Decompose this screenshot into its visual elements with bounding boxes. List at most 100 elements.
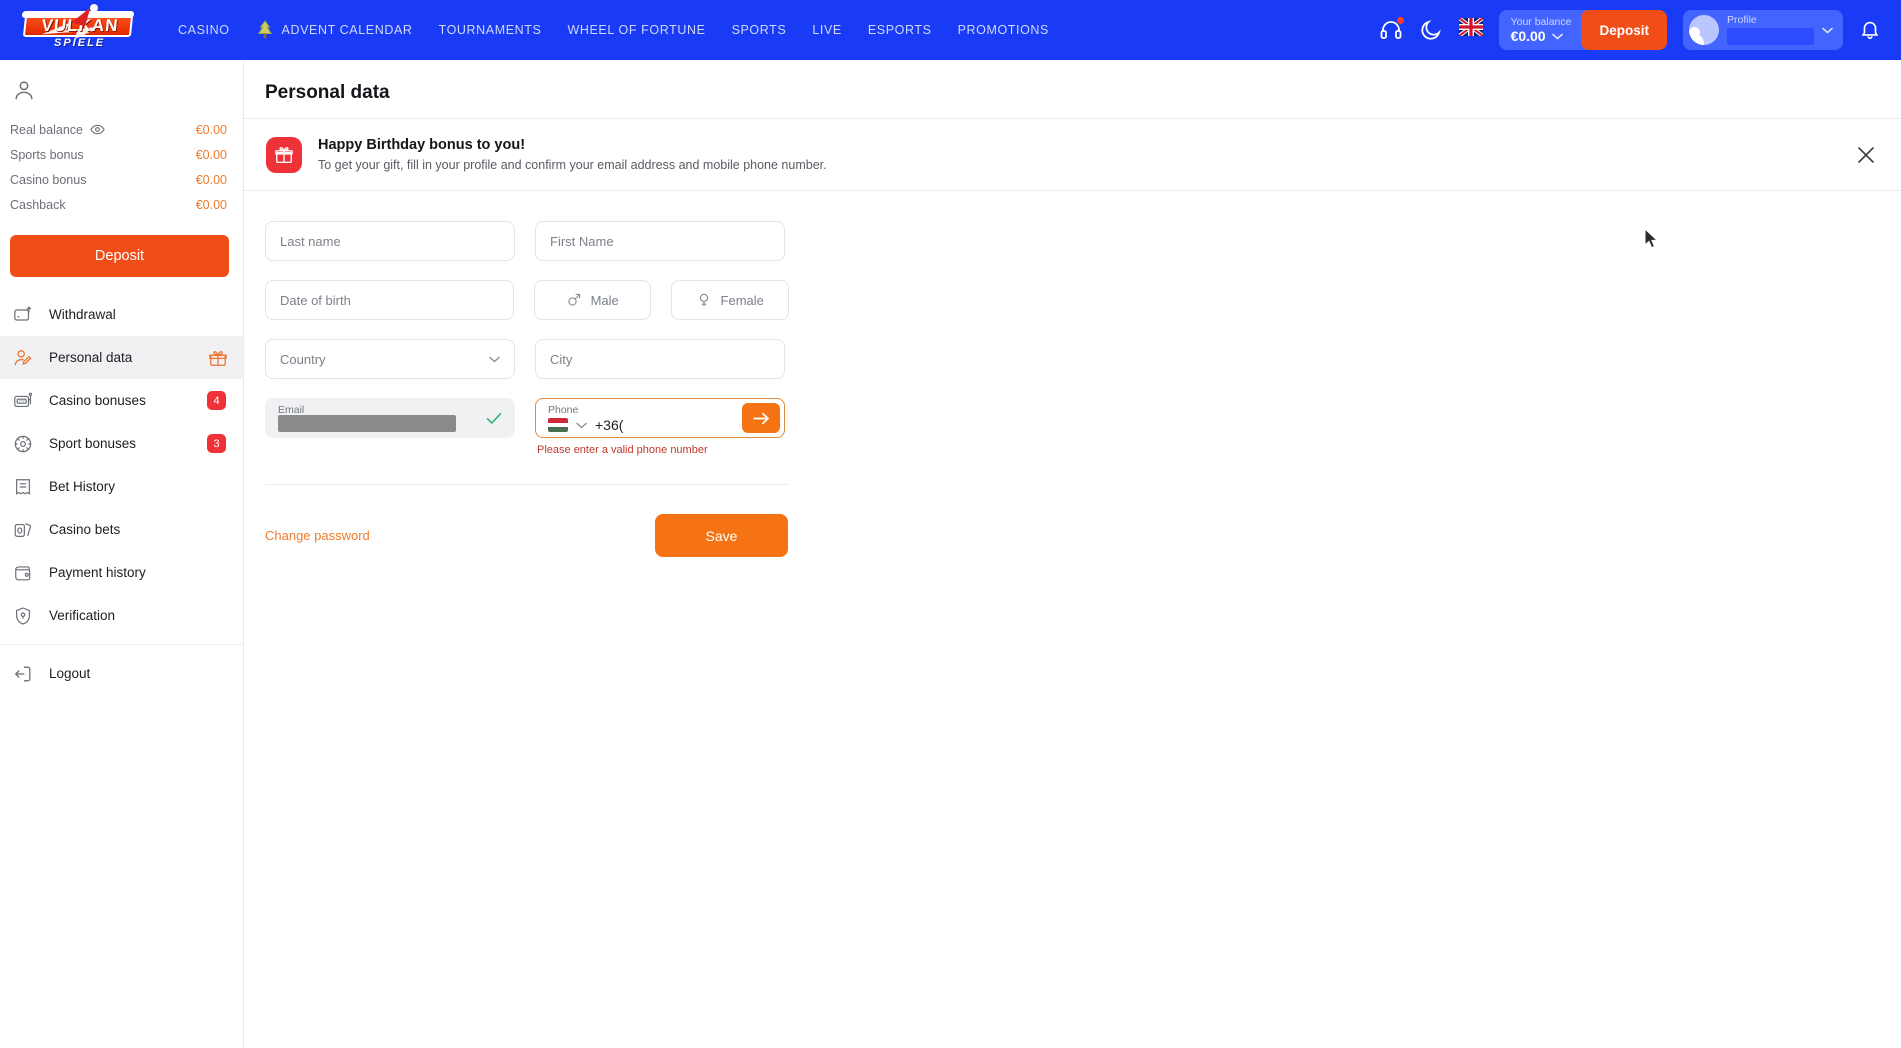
sidebar-item-label: Casino bonuses (49, 393, 146, 408)
phone-input[interactable]: Phone +36( (535, 398, 785, 438)
nav-item-live[interactable]: LIVE (812, 23, 842, 37)
sidebar-item-casino-bets[interactable]: Casino bets (0, 508, 243, 551)
change-password-link[interactable]: Change password (265, 528, 370, 543)
birthday-bonus-banner: Happy Birthday bonus to you! To get your… (244, 118, 1901, 191)
balance-row-label: Cashback (10, 197, 66, 212)
header-deposit-button[interactable]: Deposit (1581, 10, 1667, 50)
balance-widget[interactable]: Your balance €0.00 Deposit (1498, 10, 1667, 50)
phone-inner: +36( (548, 417, 623, 433)
balance-row-value: €0.00 (195, 172, 227, 187)
sidebar-item-bet-history[interactable]: Bet History (0, 465, 243, 508)
profile-col: Profile (1727, 13, 1814, 46)
country-select[interactable]: Country (265, 339, 515, 379)
sidebar-item-sport-bonuses[interactable]: Sport bonuses 3 (0, 422, 243, 465)
football-icon (12, 433, 33, 454)
last-name-placeholder: Last name (280, 233, 341, 249)
nav-label: PROMOTIONS (957, 23, 1049, 37)
chevron-down-icon[interactable] (576, 422, 587, 429)
sidebar-badge: 3 (207, 434, 226, 453)
chevron-down-icon (1551, 33, 1563, 40)
nav-label: ESPORTS (867, 23, 932, 37)
gender-female-option[interactable]: Female (671, 280, 790, 320)
form-row-location: Country City (265, 339, 789, 379)
headset-icon[interactable] (1379, 17, 1404, 42)
form-row-dob-gender: Date of birth Male Female (265, 280, 790, 320)
mouse-cursor (1644, 227, 1659, 255)
logout-icon (12, 663, 33, 684)
bell-icon[interactable] (1859, 18, 1883, 42)
svg-text:777: 777 (18, 399, 24, 403)
santa-hat-ball-icon (90, 4, 98, 12)
nav-label: CASINO (178, 23, 230, 37)
balance-row-label: Sports bonus (10, 147, 84, 162)
balance-row-sports-bonus: Sports bonus €0.00 (10, 142, 227, 167)
balance-row-value: €0.00 (195, 147, 227, 162)
sidebar-menu: Withdrawal Personal data 777 Casino bonu… (0, 293, 243, 699)
gender-female-label: Female (720, 292, 764, 308)
withdrawal-icon (12, 304, 33, 325)
form-divider (265, 484, 788, 485)
balance-row-real: Real balance €0.00 (10, 117, 227, 142)
banner-subtitle: To get your gift, fill in your profile a… (318, 158, 827, 172)
nav-item-tournaments[interactable]: TOURNAMENTS (439, 23, 542, 37)
moon-icon[interactable] (1419, 18, 1443, 42)
nav-item-sports[interactable]: SPORTS (732, 23, 787, 37)
email-input[interactable]: Email (265, 398, 515, 438)
avatar (1689, 15, 1719, 45)
male-symbol-icon (567, 293, 580, 306)
nav-label: LIVE (812, 23, 842, 37)
chevron-down-icon[interactable] (1822, 27, 1833, 34)
check-icon (486, 412, 502, 430)
sidebar-item-label: Bet History (49, 479, 116, 494)
gender-male-option[interactable]: Male (533, 280, 652, 320)
sidebar-item-logout[interactable]: Logout (0, 652, 243, 695)
avatar-body (1689, 34, 1704, 45)
main-content: Personal data Happy Birthday bonus to yo… (244, 60, 1901, 1048)
sidebar-item-verification[interactable]: Verification (0, 594, 243, 637)
arrow-right-icon[interactable] (742, 403, 780, 433)
gift-icon (209, 349, 227, 367)
page-title: Personal data (265, 82, 390, 103)
chevron-down-icon (489, 356, 500, 362)
save-button[interactable]: Save (655, 514, 788, 557)
nav-label: TOURNAMENTS (438, 23, 542, 37)
sidebar-item-casino-bonuses[interactable]: 777 Casino bonuses 4 (0, 379, 243, 422)
sidebar-item-label: Verification (49, 608, 116, 623)
nav-item-promotions[interactable]: PROMOTIONS (958, 23, 1049, 37)
email-label: Email (278, 404, 305, 416)
profile-widget[interactable]: Profile (1683, 10, 1843, 50)
personal-data-form: Last name First Name Date of birth Male (244, 191, 790, 557)
hungary-flag-icon[interactable] (548, 418, 568, 432)
nav-item-advent-calendar[interactable]: ADVENT CALENDAR (256, 20, 413, 40)
phone-label: Phone (548, 404, 579, 416)
sidebar-item-payment-history[interactable]: Payment history (0, 551, 243, 594)
balance-amount: €0.00 (1510, 27, 1546, 44)
banner-title: Happy Birthday bonus to you! (318, 137, 526, 153)
first-name-placeholder: First Name (550, 233, 614, 249)
balance-texts: Your balance €0.00 (1511, 16, 1572, 44)
last-name-input[interactable]: Last name (265, 221, 515, 261)
cards-icon (12, 519, 33, 540)
profile-label: Profile (1727, 13, 1757, 26)
sidebar-item-label: Logout (49, 666, 91, 681)
eye-icon[interactable] (90, 124, 105, 135)
uk-flag-icon[interactable] (1458, 18, 1483, 42)
site-logo[interactable]: VULKAN SPIELE (14, 3, 144, 53)
balance-label: Your balance (1510, 15, 1572, 28)
tree-icon (256, 20, 274, 40)
nav-item-casino[interactable]: CASINO (178, 23, 230, 37)
close-icon[interactable] (1855, 144, 1877, 166)
date-of-birth-input[interactable]: Date of birth (265, 280, 514, 320)
sidebar-item-personal-data[interactable]: Personal data (0, 336, 243, 379)
nav-item-esports[interactable]: ESPORTS (868, 23, 932, 37)
balance-row-casino-bonus: Casino bonus €0.00 (10, 167, 227, 192)
sidebar-badge: 4 (207, 391, 226, 410)
nav-item-wheel-of-fortune[interactable]: WHEEL OF FORTUNE (567, 23, 705, 37)
user-account-icon (12, 78, 243, 107)
sidebar-deposit-button[interactable]: Deposit (10, 235, 229, 277)
city-input[interactable]: City (535, 339, 785, 379)
main-nav: CASINO ADVENT CALENDAR TOURNAMENTS WHEEL… (178, 20, 1049, 40)
first-name-input[interactable]: First Name (535, 221, 785, 261)
nav-label: ADVENT CALENDAR (281, 23, 413, 37)
sidebar-item-withdrawal[interactable]: Withdrawal (0, 293, 243, 336)
